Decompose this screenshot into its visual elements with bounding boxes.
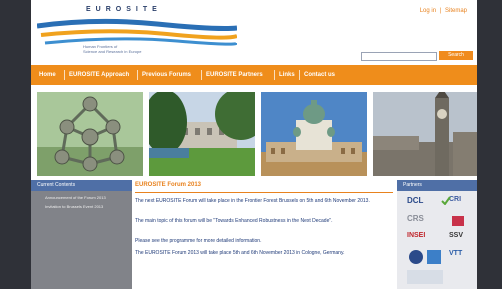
paragraph-topic: The main topic of this forum will be "To… [135,218,333,224]
partner-logo-vtt[interactable]: VTT [449,250,462,257]
sidebar-heading: Current Contents [31,180,132,191]
cathedral-image [261,92,367,176]
nav-contact[interactable]: Contact us [304,65,335,85]
big-ben-image [373,92,477,176]
nav-partners[interactable]: EUROSITE Partners [206,65,263,85]
sidebar-item-announcement[interactable]: Announcement of the Forum 2013 [31,195,132,200]
right-sidebar: Partners DCL CRI CRS INSEI SSV VTT [397,180,477,289]
nav-links[interactable]: Links [279,65,295,85]
main-content: EUROSITE Forum 2013 The next EUROSITE Fo… [135,180,393,289]
photo-strip [31,92,477,176]
park-image [149,92,255,176]
nav-separator [299,70,300,80]
sitemap-link[interactable]: Sitemap [445,8,467,14]
blue-circle-logo-icon [409,250,423,264]
main-navigation: Home EUROSITE Approach Previous Forums E… [31,65,477,85]
partner-logo-dcl[interactable]: DCL [407,196,423,205]
paragraph-forum-date: The next EUROSITE Forum will take place … [135,198,370,204]
login-link[interactable]: Log in [420,8,436,14]
nav-separator [64,70,65,80]
partner-logo-ssv[interactable]: SSV [449,232,463,239]
logo-subtitle-line2: Science and Research in Europe [83,49,142,54]
site-header: EUROSITE Human Frontiers of Science and … [31,0,477,62]
blue-square-logo-icon [427,250,441,264]
top-links: Log in | Sitemap [420,8,467,14]
nav-approach[interactable]: EUROSITE Approach [69,65,129,85]
nav-previous-forums[interactable]: Previous Forums [142,65,191,85]
nav-home[interactable]: Home [39,65,56,85]
atomium-image [37,92,143,176]
logo-waves-icon [37,18,237,46]
search-button[interactable]: Search [439,51,473,60]
nav-separator [201,70,202,80]
paragraph-location: The EUROSITE Forum 2013 will take place … [135,250,345,256]
left-sidebar: Current Contents Announcement of the For… [31,180,132,289]
sidebar-item-invitation[interactable]: Invitation to Brussels Event 2013 [31,204,132,209]
heading-divider [135,192,393,193]
partner-banner-icon [407,270,443,284]
partners-heading: Partners [397,180,477,191]
partner-logo-insei[interactable]: INSEI [407,232,425,239]
link-separator: | [439,8,442,14]
page-container: EUROSITE Human Frontiers of Science and … [31,0,477,289]
paragraph-programme[interactable]: Please see the programme for more detail… [135,238,393,245]
nav-separator [274,70,275,80]
page-title: EUROSITE Forum 2013 [135,182,202,188]
partner-logo-crs[interactable]: CRS [407,214,424,223]
red-logo-icon [452,216,464,226]
checkmark-icon [441,196,451,205]
search-input[interactable] [361,52,437,61]
logo-title[interactable]: EUROSITE [86,6,206,13]
nav-separator [137,70,138,80]
